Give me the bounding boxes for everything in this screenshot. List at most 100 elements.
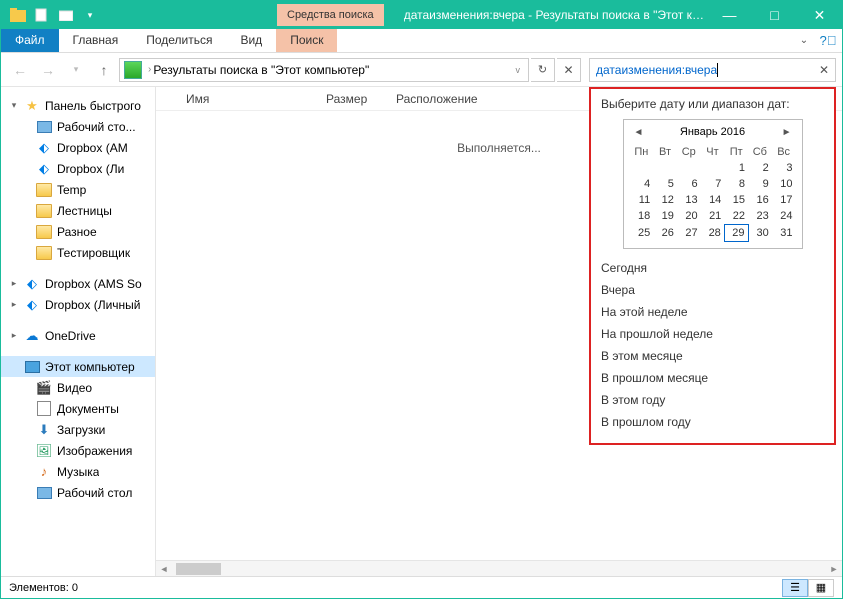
tree-item[interactable]: Рабочий сто... (1, 116, 155, 137)
cal-day[interactable]: 12 (653, 192, 677, 208)
cal-day[interactable]: 5 (653, 176, 677, 192)
recent-dropdown[interactable]: ▾ (63, 57, 89, 83)
view-thumbnails-button[interactable]: ▦ (808, 579, 834, 597)
minimize-button[interactable]: — (707, 1, 752, 29)
navigation-pane[interactable]: ▾★Панель быстрогоРабочий сто...⬖Dropbox … (1, 87, 156, 576)
calendar-picker[interactable]: ◄ Январь 2016 ► ПнВтСрЧтПтСбВс1234567891… (623, 119, 803, 249)
col-name[interactable]: Имя (176, 92, 316, 106)
cal-day[interactable]: 29 (724, 225, 748, 242)
cal-day[interactable]: 11 (630, 192, 654, 208)
cal-day[interactable]: 6 (677, 176, 701, 192)
back-button[interactable]: ← (7, 57, 33, 83)
cal-day[interactable] (630, 160, 654, 176)
tree-item[interactable]: ⬖Dropbox (AM (1, 137, 155, 158)
date-option[interactable]: На прошлой неделе (601, 323, 824, 345)
cal-day[interactable]: 27 (677, 225, 701, 242)
tab-home[interactable]: Главная (59, 29, 133, 52)
scroll-right-icon[interactable]: ► (826, 564, 842, 574)
cal-day[interactable]: 31 (772, 225, 796, 242)
tree-item[interactable]: ♪Музыка (1, 461, 155, 482)
tree-item[interactable]: Лестницы (1, 200, 155, 221)
tree-item[interactable]: Temp (1, 179, 155, 200)
date-option[interactable]: Сегодня (601, 257, 824, 279)
address-bar[interactable]: › Результаты поиска в "Этот компьютер" v (119, 58, 529, 82)
cal-day[interactable]: 19 (653, 208, 677, 225)
forward-button[interactable]: → (35, 57, 61, 83)
cal-day[interactable]: 13 (677, 192, 701, 208)
tab-search[interactable]: Поиск (276, 29, 337, 52)
tree-item[interactable]: Тестировщик (1, 242, 155, 263)
breadcrumb[interactable]: Результаты поиска в "Этот компьютер" (153, 63, 369, 77)
expand-icon[interactable]: ▾ (9, 100, 19, 111)
tree-item[interactable]: Рабочий стол (1, 482, 155, 503)
cal-day[interactable]: 21 (701, 208, 725, 225)
cal-day[interactable]: 28 (701, 225, 725, 242)
view-details-button[interactable]: ☰ (782, 579, 808, 597)
cal-day[interactable] (677, 160, 701, 176)
cal-day[interactable]: 30 (748, 225, 772, 242)
cal-day[interactable]: 3 (772, 160, 796, 176)
close-button[interactable]: ✕ (797, 1, 842, 29)
date-option[interactable]: На этой неделе (601, 301, 824, 323)
date-option[interactable]: В этом году (601, 389, 824, 411)
qat-properties-icon[interactable] (31, 4, 53, 26)
tree-item[interactable]: 🖼Изображения (1, 440, 155, 461)
qat-dropdown-icon[interactable]: ▾ (79, 4, 101, 26)
cal-day[interactable]: 2 (748, 160, 772, 176)
cal-day[interactable]: 14 (701, 192, 725, 208)
cal-day[interactable]: 20 (677, 208, 701, 225)
cal-day[interactable]: 1 (724, 160, 748, 176)
tab-view[interactable]: Вид (226, 29, 276, 52)
cal-day[interactable]: 10 (772, 176, 796, 192)
ribbon-expand-icon[interactable]: ⌄ (794, 29, 814, 52)
cal-day[interactable]: 16 (748, 192, 772, 208)
cal-prev-icon[interactable]: ◄ (630, 127, 648, 138)
expand-icon[interactable]: ▸ (9, 330, 19, 341)
cal-day[interactable]: 17 (772, 192, 796, 208)
search-clear-icon[interactable]: ✕ (819, 63, 829, 77)
refresh-button[interactable]: ↻ (531, 58, 555, 82)
help-icon[interactable]: ?⃝ (818, 29, 838, 52)
cal-day[interactable]: 9 (748, 176, 772, 192)
tree-item[interactable]: 🎬Видео (1, 377, 155, 398)
cal-day[interactable] (653, 160, 677, 176)
cal-day[interactable]: 26 (653, 225, 677, 242)
tree-item[interactable]: ⬖Dropbox (Ли (1, 158, 155, 179)
up-button[interactable]: ↑ (91, 57, 117, 83)
expand-icon[interactable]: ▸ (9, 278, 19, 289)
tree-item[interactable]: ▸⬖Dropbox (Личный (1, 294, 155, 315)
search-input[interactable]: датаизменения:вчера ✕ (589, 58, 836, 82)
date-option[interactable]: В прошлом месяце (601, 367, 824, 389)
tree-item[interactable]: Этот компьютер (1, 356, 155, 377)
expand-icon[interactable]: ▸ (9, 299, 19, 310)
tree-item[interactable]: Разное (1, 221, 155, 242)
cal-day[interactable]: 25 (630, 225, 654, 242)
cal-day[interactable]: 8 (724, 176, 748, 192)
col-size[interactable]: Размер (316, 92, 386, 106)
cal-day[interactable]: 24 (772, 208, 796, 225)
tree-item[interactable]: ▸⬖Dropbox (AMS So (1, 273, 155, 294)
cal-day[interactable]: 18 (630, 208, 654, 225)
stop-button[interactable]: ✕ (557, 58, 581, 82)
cal-month-label[interactable]: Январь 2016 (680, 126, 745, 138)
tab-file[interactable]: Файл (1, 29, 59, 52)
scroll-left-icon[interactable]: ◄ (156, 564, 172, 574)
address-dropdown-icon[interactable]: v (512, 65, 525, 75)
cal-day[interactable]: 4 (630, 176, 654, 192)
cal-day[interactable]: 15 (724, 192, 748, 208)
date-option[interactable]: В этом месяце (601, 345, 824, 367)
tab-share[interactable]: Поделиться (132, 29, 226, 52)
scroll-thumb[interactable] (176, 563, 221, 575)
maximize-button[interactable]: □ (752, 1, 797, 29)
tree-item[interactable]: ⬇Загрузки (1, 419, 155, 440)
date-option[interactable]: В прошлом году (601, 411, 824, 433)
cal-day[interactable] (701, 160, 725, 176)
tree-item[interactable]: ▾★Панель быстрого (1, 95, 155, 116)
cal-day[interactable]: 22 (724, 208, 748, 225)
tree-item[interactable]: Документы (1, 398, 155, 419)
cal-day[interactable]: 23 (748, 208, 772, 225)
cal-day[interactable]: 7 (701, 176, 725, 192)
qat-newfolder-icon[interactable] (55, 4, 77, 26)
date-option[interactable]: Вчера (601, 279, 824, 301)
tree-item[interactable]: ▸☁OneDrive (1, 325, 155, 346)
